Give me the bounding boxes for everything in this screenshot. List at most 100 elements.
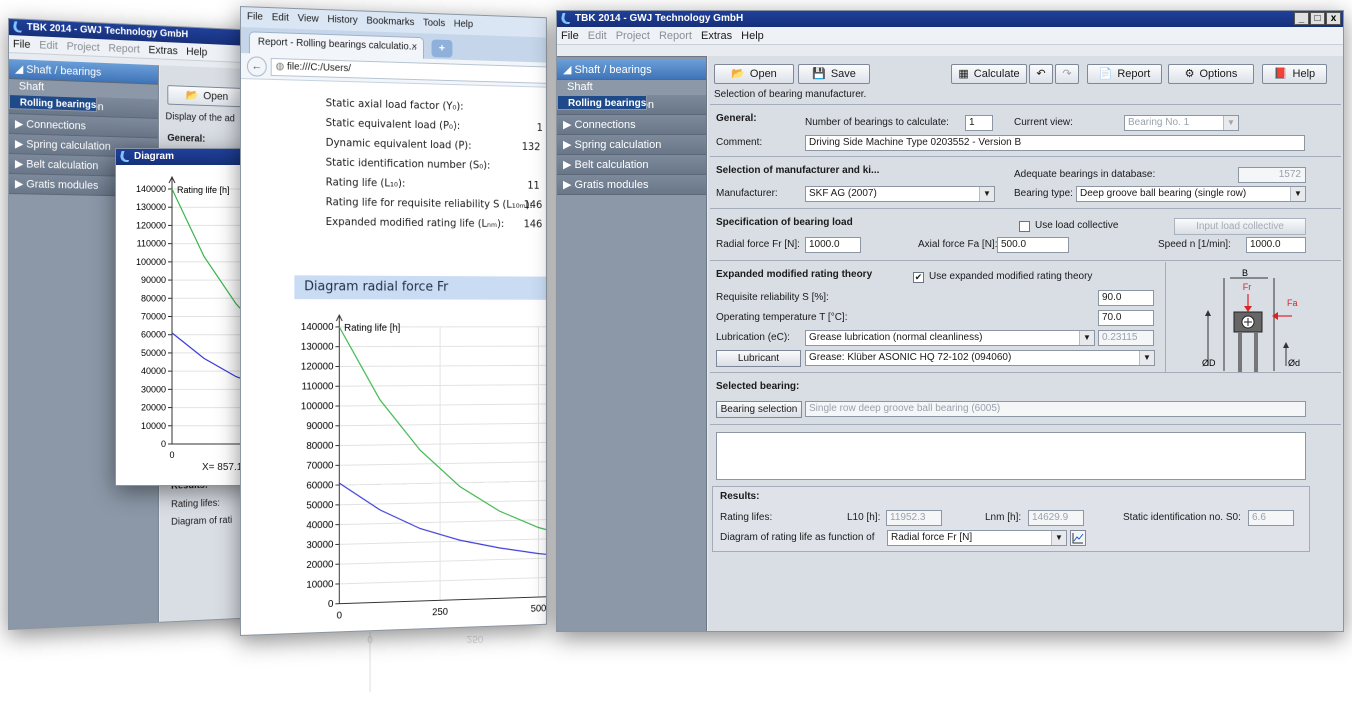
back-menu-help[interactable]: Help bbox=[186, 46, 207, 59]
browser-menu-help[interactable]: Help bbox=[454, 19, 473, 30]
browser-menu-edit[interactable]: Edit bbox=[272, 12, 289, 24]
diagram-function-select[interactable]: Radial force Fr [N] ▼ bbox=[887, 530, 1067, 546]
save-button[interactable]: 💾 Save bbox=[798, 64, 870, 84]
bearing-selection-button[interactable]: Bearing selection bbox=[716, 401, 802, 418]
report-lines: Static axial load factor (Y₀): Static eq… bbox=[326, 97, 547, 238]
tab-close-icon[interactable]: × bbox=[412, 38, 418, 58]
current-view-value: Bearing No. 1 bbox=[1128, 117, 1190, 128]
bearing-type-select[interactable]: Deep groove ball bearing (single row) ▼ bbox=[1076, 186, 1306, 202]
l10-value: 11952.3 bbox=[886, 510, 942, 526]
undo-button[interactable]: ↶ bbox=[1029, 64, 1053, 84]
nav-belt[interactable]: ▶ Belt calculation bbox=[557, 155, 706, 175]
nav-gratis[interactable]: ▶ Gratis modules bbox=[557, 175, 706, 195]
back-open-button[interactable]: 📂 Open bbox=[167, 85, 247, 108]
nav-item-rolling-bearings[interactable]: Rolling bearings bbox=[557, 95, 648, 110]
report-icon: 📄 bbox=[1098, 68, 1113, 80]
close-button[interactable]: x bbox=[1326, 12, 1341, 25]
selected-bearing-title: Selected bearing: bbox=[716, 381, 800, 392]
chevron-down-icon: ▼ bbox=[1290, 187, 1305, 201]
menu-extras[interactable]: Extras bbox=[701, 30, 732, 42]
series-line-1 bbox=[339, 476, 547, 575]
current-view-select[interactable]: Bearing No. 1 ▼ bbox=[1124, 115, 1239, 131]
back-menu-edit[interactable]: Edit bbox=[39, 39, 58, 52]
menu-project[interactable]: Project bbox=[616, 30, 650, 42]
temperature-input[interactable]: 70.0 bbox=[1098, 310, 1154, 326]
new-tab-icon[interactable]: + bbox=[431, 39, 453, 58]
notes-area[interactable] bbox=[716, 432, 1306, 480]
diagram-function-value: Radial force Fr [N] bbox=[891, 532, 973, 543]
menu-edit[interactable]: Edit bbox=[588, 30, 607, 42]
open-button[interactable]: 📂 Open bbox=[714, 64, 794, 84]
selected-bearing-value: Single row deep groove ball bearing (600… bbox=[805, 401, 1306, 417]
maximize-button[interactable]: □ bbox=[1310, 12, 1325, 25]
chevron-down-icon: ▼ bbox=[1139, 351, 1154, 365]
gridline-y bbox=[339, 591, 547, 604]
globe-icon: ◍ bbox=[275, 61, 287, 73]
menu-help[interactable]: Help bbox=[741, 30, 764, 42]
lubricant-select[interactable]: Grease: Klüber ASONIC HQ 72-102 (094060)… bbox=[805, 350, 1155, 366]
browser-menu-tools[interactable]: Tools bbox=[423, 18, 445, 30]
expanded-theory-checkbox[interactable]: ✔ bbox=[913, 272, 924, 283]
menu-file[interactable]: File bbox=[561, 30, 579, 42]
speed-input[interactable]: 1000.0 bbox=[1246, 237, 1306, 253]
ec-value: 0.23115 bbox=[1098, 330, 1154, 346]
x-tick-label: 0 bbox=[337, 610, 343, 621]
browser-menu-history[interactable]: History bbox=[327, 14, 357, 26]
radial-force-input[interactable]: 1000.0 bbox=[805, 237, 861, 253]
redo-button[interactable]: ↷ bbox=[1055, 64, 1079, 84]
s0-value: 6.6 bbox=[1248, 510, 1294, 526]
browser-menu-bookmarks[interactable]: Bookmarks bbox=[366, 16, 414, 29]
back-menu-file[interactable]: File bbox=[13, 38, 30, 51]
report-label-3: Static identification number (S₀): bbox=[325, 156, 491, 172]
load-collective-checkbox[interactable] bbox=[1019, 221, 1030, 232]
diagram-chart-button[interactable] bbox=[1070, 530, 1086, 546]
report-button[interactable]: 📄 Report bbox=[1087, 64, 1162, 84]
divider-5 bbox=[710, 372, 1341, 373]
num-bearings-input[interactable]: 1 bbox=[965, 115, 993, 131]
y-tick-label: 80000 bbox=[306, 441, 334, 452]
chart-reflection: 0250500750 bbox=[367, 632, 484, 692]
axial-force-input[interactable]: 500.0 bbox=[997, 237, 1069, 253]
browser-menu-file[interactable]: File bbox=[247, 11, 263, 23]
lubrication-select[interactable]: Grease lubrication (normal cleanliness) ▼ bbox=[805, 330, 1095, 346]
back-menu-report[interactable]: Report bbox=[108, 42, 140, 55]
help-button[interactable]: 📕 Help bbox=[1262, 64, 1327, 84]
nav-connections[interactable]: ▶ Connections bbox=[557, 115, 706, 135]
comment-input[interactable]: Driving Side Machine Type 0203552 - Vers… bbox=[805, 135, 1305, 151]
nav-shaft-bearings[interactable]: ◢ Shaft / bearings bbox=[557, 60, 706, 80]
y-tick-label: 40000 bbox=[306, 520, 334, 532]
back-menu-extras[interactable]: Extras bbox=[148, 44, 177, 57]
minimize-button[interactable]: _ bbox=[1294, 12, 1309, 25]
nav-shaft-bearings-label: Shaft / bearings bbox=[574, 64, 652, 76]
y-tick-label: 140000 bbox=[301, 322, 334, 333]
browser-menu-view[interactable]: View bbox=[298, 13, 319, 25]
nav-item-shaft[interactable]: Shaft bbox=[557, 80, 706, 95]
manufacturer-select[interactable]: SKF AG (2007) ▼ bbox=[805, 186, 995, 202]
y-tick-label: 30000 bbox=[141, 384, 166, 394]
y-tick-label: 120000 bbox=[136, 220, 166, 230]
main-app-window: TBK 2014 - GWJ Technology GmbH _ □ x File E… bbox=[556, 10, 1344, 632]
y-tick-label: 10000 bbox=[306, 579, 334, 591]
lubricant-button[interactable]: Lubricant bbox=[716, 350, 801, 367]
bearing-type-value: Deep groove ball bearing (single row) bbox=[1080, 188, 1247, 199]
back-menu-project[interactable]: Project bbox=[67, 41, 100, 54]
adequate-label: Adequate bearings in database: bbox=[1014, 169, 1156, 180]
back-arrow-icon[interactable]: ← bbox=[246, 56, 267, 77]
main-sidebar: ◢ Shaft / bearings Shaft Rolling bearing… bbox=[557, 56, 707, 631]
menu-report[interactable]: Report bbox=[659, 30, 692, 42]
calculator-icon: ▦ bbox=[958, 68, 969, 80]
reliability-input[interactable]: 90.0 bbox=[1098, 290, 1154, 306]
main-title-bar: TBK 2014 - GWJ Technology GmbH _ □ x bbox=[557, 11, 1343, 27]
y-tick-label: 90000 bbox=[141, 275, 166, 285]
calculate-button[interactable]: ▦ Calculate bbox=[951, 64, 1027, 84]
back-nav-rolling-item[interactable]: Rolling bearings bbox=[8, 94, 98, 112]
input-load-collective-button[interactable]: Input load collective bbox=[1174, 218, 1306, 235]
main-menu-bar: File Edit Project Report Extras Help bbox=[557, 27, 1343, 45]
back-status-line: Display of the ad bbox=[165, 111, 235, 125]
window-controls: _ □ x bbox=[1294, 12, 1341, 25]
results-title: Results: bbox=[720, 491, 760, 502]
options-button[interactable]: ⚙ Options bbox=[1168, 64, 1254, 84]
address-bar[interactable]: ◍ file:///C:/Users/ bbox=[270, 57, 547, 84]
load-collective-label: Use load collective bbox=[1035, 220, 1119, 231]
nav-spring[interactable]: ▶ Spring calculation bbox=[557, 135, 706, 155]
